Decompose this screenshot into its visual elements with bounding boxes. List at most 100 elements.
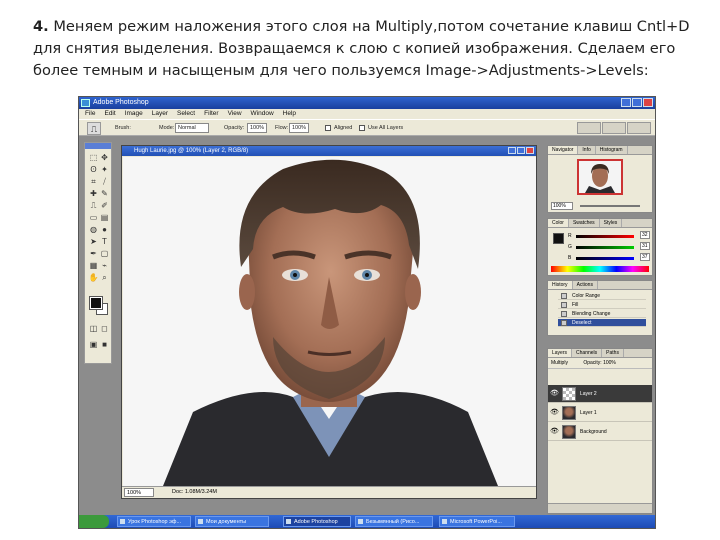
menu-filter[interactable]: Filter [204,109,218,119]
layer-row[interactable]: 👁 Background [548,423,652,441]
maximize-icon[interactable] [632,98,642,107]
path-selection-tool-icon[interactable]: ➤ [88,236,99,247]
history-brush-tool-icon[interactable]: ✐ [99,200,110,211]
document-canvas[interactable] [123,157,536,486]
document-minimize-icon[interactable] [508,147,516,154]
menu-view[interactable]: View [228,109,242,119]
color-ramp[interactable] [551,266,649,272]
color-tabs: Color Swatches Styles [548,219,652,228]
history-state[interactable]: Blending Change [558,310,646,318]
minimize-icon[interactable] [621,98,631,107]
document-zoom-field[interactable]: 100% [124,488,154,497]
tab-channels[interactable]: Channels [572,349,603,357]
menu-layer[interactable]: Layer [152,109,168,119]
palette-tab-1[interactable] [577,122,601,134]
tab-layers[interactable]: Layers [548,349,573,357]
taskbar-item[interactable]: Урок Photoshop эф... [117,516,191,527]
menu-help[interactable]: Help [283,109,296,119]
eyedropper-tool-icon[interactable]: ⌁ [99,260,110,271]
history-state[interactable]: Color Range [558,292,646,300]
opacity-field[interactable]: 100% [247,123,267,133]
start-button[interactable] [79,515,109,528]
layer-opacity-field[interactable]: Opacity: 100% [583,360,616,366]
lasso-tool-icon[interactable]: ʘ [88,164,99,175]
slice-tool-icon[interactable]: ⧸ [99,176,110,187]
close-icon[interactable] [643,98,653,107]
document-maximize-icon[interactable] [517,147,525,154]
screen-mode-icon[interactable]: ▣ [88,339,99,350]
notes-tool-icon[interactable]: ▦ [88,260,99,271]
layer-blend-mode-select[interactable]: Multiply [551,360,568,366]
tab-swatches[interactable]: Swatches [569,219,600,227]
zoom-tool-icon[interactable]: ⌕ [99,272,110,283]
menu-file[interactable]: File [85,109,95,119]
brush-tool-icon[interactable]: ✎ [99,188,110,199]
shape-tool-icon[interactable]: ▢ [99,248,110,259]
color-panel-foreground-swatch[interactable] [553,233,564,244]
clone-stamp-tool-icon[interactable]: ⎍ [88,200,99,211]
foreground-color-swatch[interactable] [89,296,103,310]
color-value-b[interactable]: 37 [640,253,650,261]
navigator-thumbnail[interactable] [577,159,623,195]
history-tabs: History Actions [548,281,652,290]
taskbar-item[interactable]: Безымянный (Рисо... [355,516,433,527]
navigator-zoom-slider[interactable] [580,205,640,207]
hand-tool-icon[interactable]: ✋ [88,272,99,283]
color-value-g[interactable]: 31 [640,242,650,250]
move-tool-icon[interactable]: ✥ [99,152,110,163]
marquee-tool-icon[interactable]: ⬚ [88,152,99,163]
dodge-tool-icon[interactable]: ● [99,224,110,235]
palette-tab-2[interactable] [602,122,626,134]
menu-select[interactable]: Select [177,109,195,119]
taskbar-item[interactable]: Мои документы [195,516,269,527]
tab-navigator[interactable]: Navigator [548,146,579,154]
eye-icon[interactable]: 👁 [550,409,559,417]
layer-row[interactable]: 👁 Layer 1 [548,404,652,422]
layer-row[interactable]: 👁 Layer 2 [548,385,652,403]
tab-info[interactable]: Info [578,146,596,154]
navigator-zoom-field[interactable]: 100% [551,202,573,210]
eye-icon[interactable]: 👁 [550,390,559,398]
taskbar-item[interactable]: Microsoft PowerPoi... [439,516,515,527]
navigator-tabs: Navigator Info Histogram [548,146,652,155]
aligned-checkbox[interactable] [325,125,331,131]
tab-color[interactable]: Color [548,219,569,227]
taskbar-item-active[interactable]: Adobe Photoshop [283,516,351,527]
history-state-current[interactable]: Deselect [558,319,646,327]
menu-edit[interactable]: Edit [104,109,115,119]
eraser-tool-icon[interactable]: ▭ [88,212,99,223]
magic-wand-tool-icon[interactable]: ✦ [99,164,110,175]
menu-window[interactable]: Window [251,109,274,119]
tab-actions[interactable]: Actions [573,281,598,289]
history-state[interactable]: Fill [558,301,646,309]
eye-icon[interactable]: 👁 [550,428,559,436]
opacity-label: Opacity: [224,125,245,131]
palette-tab-3[interactable] [627,122,651,134]
tab-styles[interactable]: Styles [600,219,623,227]
tab-history[interactable]: History [548,281,573,289]
menu-image[interactable]: Image [125,109,143,119]
quick-mask-icon[interactable]: ◫ [88,323,99,334]
use-all-layers-checkbox[interactable] [359,125,365,131]
flow-field[interactable]: 100% [289,123,309,133]
fullscreen-mode-icon[interactable]: ■ [99,339,110,350]
tab-paths[interactable]: Paths [602,349,624,357]
color-slider-g[interactable] [576,246,634,249]
tab-histogram[interactable]: Histogram [596,146,628,154]
document-close-icon[interactable] [526,147,534,154]
blur-tool-icon[interactable]: ◍ [88,224,99,235]
document-status-bar: 100% Doc: 1.08M/3.24M [122,486,536,498]
pen-tool-icon[interactable]: ✒ [88,248,99,259]
caption-step: 4. [33,18,49,35]
color-value-r[interactable]: 32 [640,231,650,239]
color-slider-r[interactable] [576,235,634,238]
gradient-tool-icon[interactable]: ▤ [99,212,110,223]
crop-tool-icon[interactable]: ⌗ [88,176,99,187]
healing-brush-tool-icon[interactable]: ✚ [88,188,99,199]
color-slider-b[interactable] [576,257,634,260]
type-tool-icon[interactable]: T [99,236,110,247]
mode-select[interactable]: Normal [175,123,209,133]
color-label-g: G [568,244,572,250]
standard-mode-icon[interactable]: ◻ [99,323,110,334]
clone-stamp-icon[interactable]: ⎍ [87,122,101,135]
